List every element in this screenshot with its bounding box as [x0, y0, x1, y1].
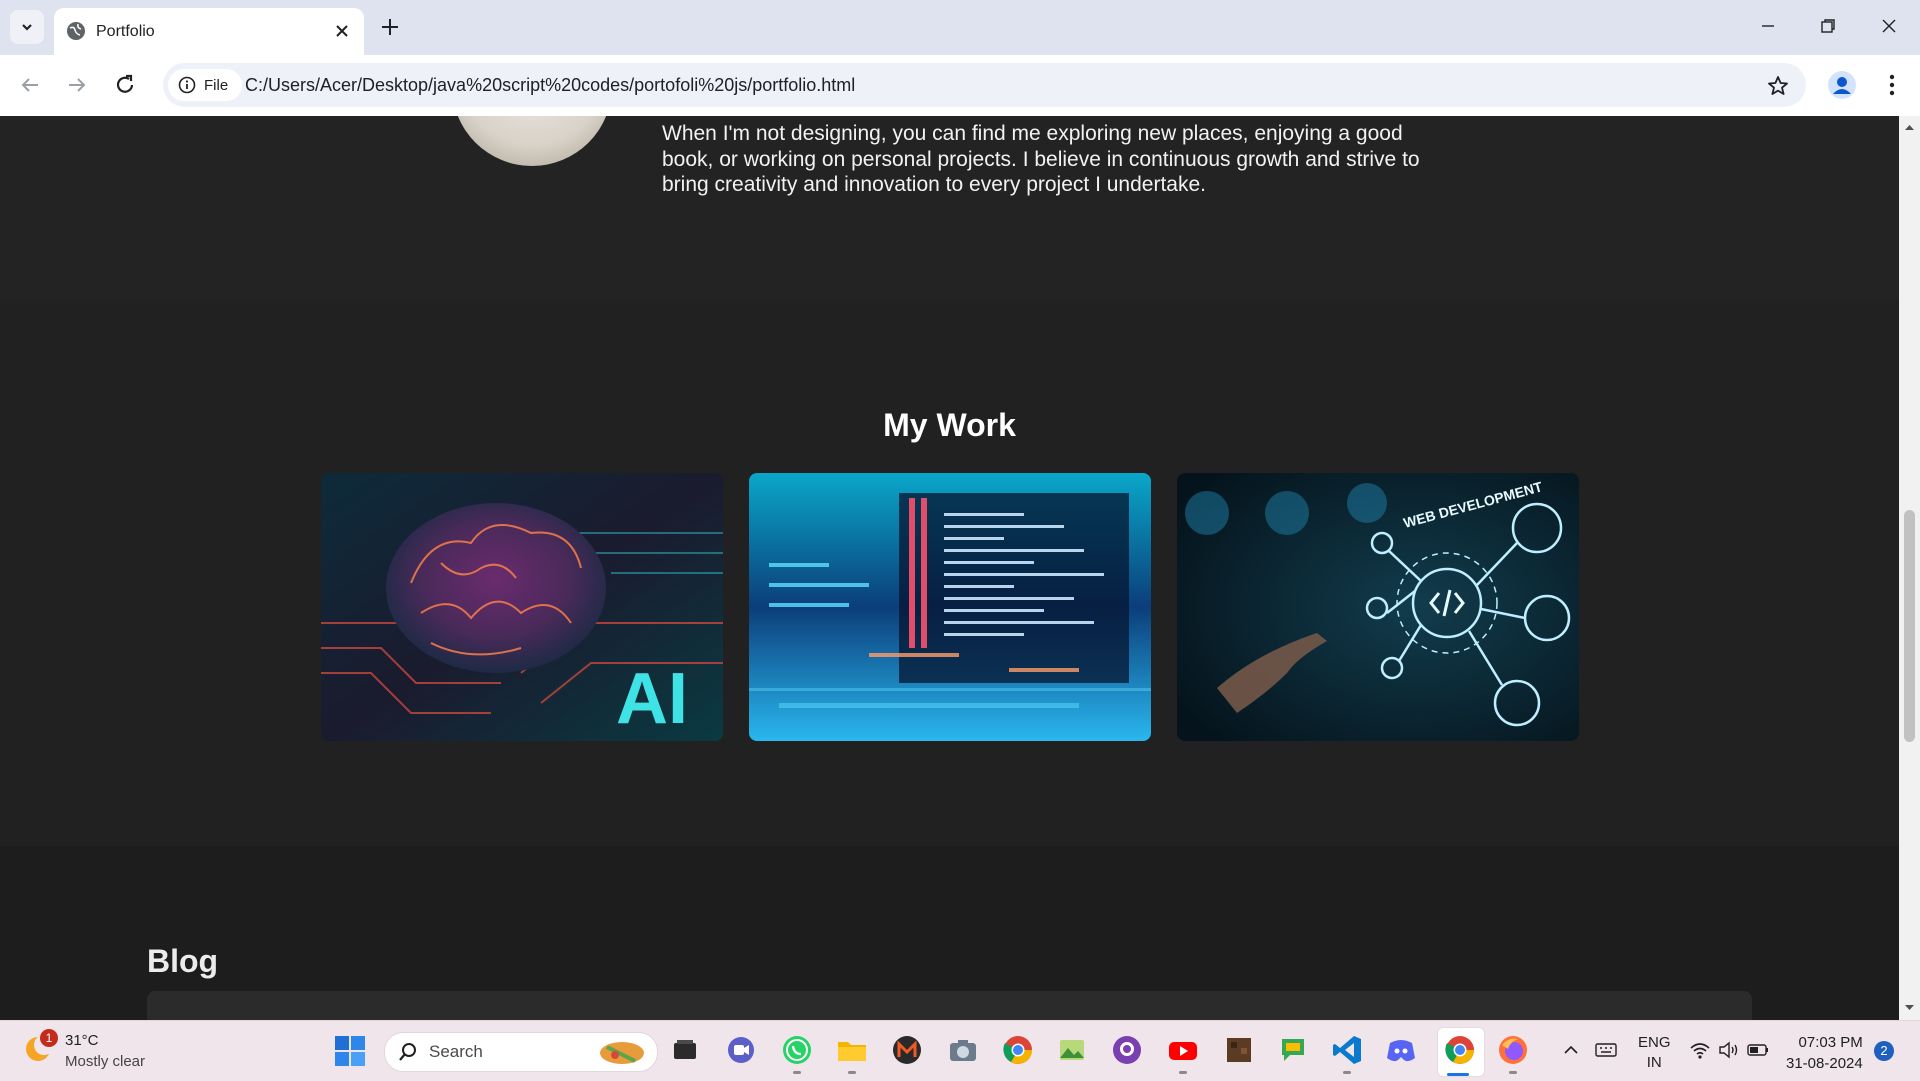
vscode-icon[interactable] [1330, 1033, 1364, 1067]
forward-arrow-icon[interactable] [63, 71, 91, 99]
search-highlight-icon [600, 1042, 644, 1064]
running-indicator [1509, 1071, 1517, 1074]
file-explorer-dark-icon[interactable] [668, 1033, 702, 1067]
about-section: When I'm not designing, you can find me … [0, 116, 1899, 301]
image-viewer-icon[interactable] [1055, 1033, 1089, 1067]
blog-section: Blog [0, 846, 1899, 1020]
page-viewport: When I'm not designing, you can find me … [0, 116, 1899, 1020]
more-menu-icon[interactable] [1882, 72, 1902, 98]
google-chat-icon[interactable] [1276, 1033, 1310, 1067]
tab-strip: Portfolio [0, 0, 1920, 55]
minecraft-icon[interactable] [1222, 1033, 1256, 1067]
camera-icon[interactable] [946, 1033, 980, 1067]
ai-brain-image: AI [321, 473, 723, 741]
github-desktop-icon[interactable] [1110, 1033, 1144, 1067]
site-info-chip[interactable]: File [168, 69, 242, 101]
weather-condition: Mostly clear [65, 1053, 146, 1070]
address-bar[interactable]: File C:/Users/Acer/Desktop/java%20script… [163, 63, 1806, 107]
blog-title: Blog [147, 943, 219, 979]
web-development-image: WEB DEVELOPMENT [1177, 473, 1579, 741]
search-label: Search [429, 1042, 483, 1061]
running-indicator [1179, 1071, 1187, 1074]
scroll-up-arrow-icon[interactable] [1904, 122, 1915, 133]
scroll-thumb[interactable] [1904, 510, 1915, 742]
running-indicator [1343, 1071, 1351, 1074]
weather-widget[interactable]: 1 31°C Mostly clear [22, 1029, 145, 1070]
bookmark-star-icon[interactable] [1766, 74, 1790, 98]
blog-card[interactable] [147, 991, 1752, 1020]
work-section: My Work AI WEB DEVELOPMENT [0, 301, 1899, 846]
language-indicator[interactable]: ENG IN [1638, 1033, 1671, 1073]
restore-icon[interactable] [1816, 14, 1840, 38]
clock-date: 31-08-2024 [1786, 1055, 1863, 1072]
info-icon [178, 76, 196, 94]
keyboard-icon[interactable] [1594, 1039, 1618, 1061]
active-app-indicator [1447, 1073, 1469, 1076]
site-info-label: File [204, 76, 229, 94]
search-icon [399, 1043, 416, 1061]
close-window-icon[interactable] [1877, 14, 1901, 38]
windows-start-icon[interactable] [334, 1035, 366, 1067]
taskbar-search[interactable]: Search [384, 1032, 658, 1072]
notification-badge[interactable]: 2 [1874, 1041, 1894, 1061]
scroll-down-arrow-icon[interactable] [1904, 1002, 1915, 1013]
clock-time: 07:03 PM [1798, 1034, 1863, 1051]
tab-title: Portfolio [96, 23, 155, 40]
chrome-icon[interactable] [1001, 1033, 1035, 1067]
weather-temp: 31°C [65, 1032, 99, 1049]
chrome-active-icon[interactable] [1443, 1033, 1477, 1067]
about-text: When I'm not designing, you can find me … [662, 122, 1420, 196]
back-arrow-icon[interactable] [16, 71, 44, 99]
reload-icon[interactable] [111, 71, 139, 99]
wifi-icon[interactable] [1688, 1039, 1712, 1061]
taskbar: 1 31°C Mostly clear Search ENG IN 07:03 … [0, 1020, 1920, 1081]
work-card-code[interactable] [749, 473, 1151, 741]
running-indicator [793, 1071, 801, 1074]
new-tab-icon[interactable] [376, 13, 404, 41]
region-code: IN [1646, 1054, 1662, 1071]
battery-icon[interactable] [1746, 1039, 1770, 1061]
discord-icon[interactable] [1384, 1033, 1418, 1067]
volume-icon[interactable] [1717, 1039, 1741, 1061]
tab-search-button[interactable] [10, 10, 44, 44]
work-card-webdev[interactable]: WEB DEVELOPMENT [1177, 473, 1579, 741]
close-tab-icon[interactable] [330, 19, 354, 43]
minimize-icon[interactable] [1756, 14, 1780, 38]
globe-icon [67, 22, 85, 40]
profile-avatar-icon[interactable] [1827, 70, 1857, 100]
file-explorer-icon[interactable] [835, 1033, 869, 1067]
firefox-icon[interactable] [1496, 1033, 1530, 1067]
chevron-up-icon[interactable] [1560, 1039, 1582, 1061]
code-screen-image [749, 473, 1151, 741]
m-app-icon[interactable] [890, 1033, 924, 1067]
system-clock[interactable]: 07:03 PM 31-08-2024 [1786, 1032, 1863, 1074]
language-code: ENG [1638, 1034, 1671, 1051]
profile-photo [452, 116, 612, 166]
weather-badge: 1 [40, 1029, 58, 1047]
chevron-down-icon [22, 24, 32, 31]
url-text[interactable]: C:/Users/Acer/Desktop/java%20script%20co… [245, 75, 855, 96]
running-indicator [848, 1071, 856, 1074]
ai-overlay-text: AI [616, 659, 688, 739]
tab-portfolio[interactable]: Portfolio [54, 8, 364, 55]
work-title: My Work [883, 407, 1016, 443]
work-card-ai[interactable]: AI [321, 473, 723, 741]
browser-toolbar: File C:/Users/Acer/Desktop/java%20script… [0, 55, 1920, 117]
page-scrollbar[interactable] [1899, 116, 1920, 1020]
whatsapp-icon[interactable] [780, 1033, 814, 1067]
youtube-icon[interactable] [1166, 1033, 1200, 1067]
meet-now-icon[interactable] [724, 1033, 758, 1067]
